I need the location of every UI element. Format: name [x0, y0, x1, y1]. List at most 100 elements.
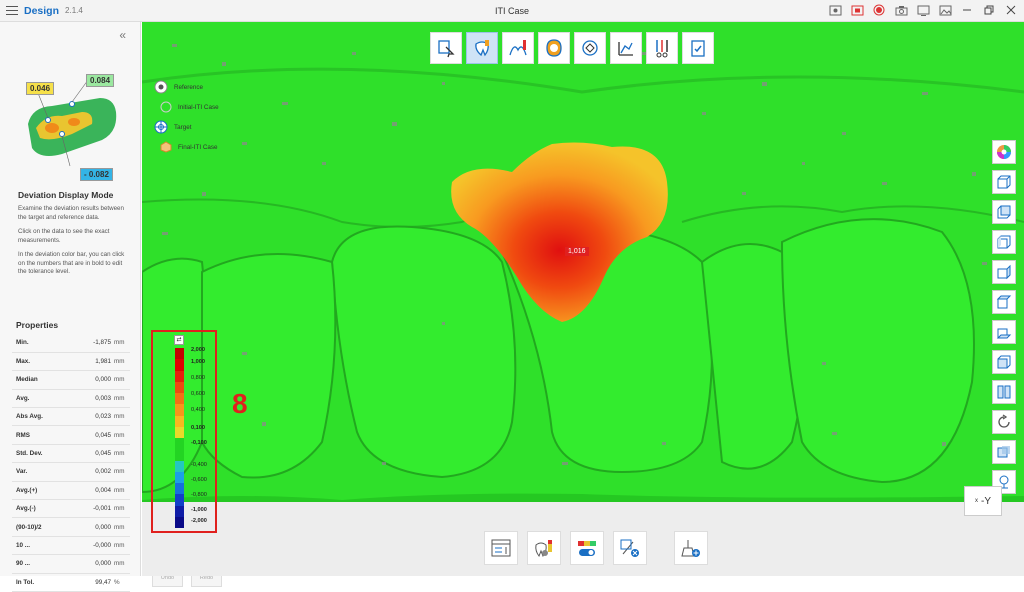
colorbar-toggle-button[interactable]: [570, 531, 604, 565]
target-visibility-icon[interactable]: [154, 120, 168, 134]
clear-annotations-button[interactable]: [613, 531, 647, 565]
minimize-icon[interactable]: [960, 3, 974, 17]
property-row: Avg.(+) 0,004 mm: [12, 481, 130, 501]
cube-iso-icon: [997, 355, 1011, 369]
record-icon[interactable]: [872, 3, 886, 17]
colorbar-tick-label[interactable]: -2,000: [191, 518, 207, 524]
split-view-icon: [997, 385, 1011, 399]
view-right-button[interactable]: [992, 260, 1016, 284]
section-view-button[interactable]: [502, 32, 534, 64]
section-curve-icon: [509, 40, 527, 56]
property-unit: mm: [114, 352, 130, 372]
deviation-value-label[interactable]: 1,016: [565, 247, 589, 256]
screen-icon[interactable]: [916, 3, 930, 17]
colorbar-tick-label[interactable]: 1,000: [191, 359, 205, 365]
view-bottom-button[interactable]: [992, 320, 1016, 344]
property-key: Abs Avg.: [12, 407, 60, 427]
color-map-button[interactable]: [538, 32, 570, 64]
colorbar-segment[interactable]: [175, 426, 184, 438]
transparency-icon: [997, 446, 1010, 458]
collapse-panel-icon[interactable]: «: [119, 28, 126, 42]
data-list-button[interactable]: [484, 531, 518, 565]
view-orientation-cube[interactable]: x -Y: [964, 486, 1002, 516]
colorbar-segment[interactable]: [175, 438, 184, 450]
colorbar-tick-label[interactable]: -0,100: [191, 440, 207, 446]
tools-button[interactable]: [646, 32, 678, 64]
colorbar-segment[interactable]: [175, 359, 184, 371]
target-item-name[interactable]: Final-ITI Case: [178, 144, 218, 151]
add-marker-icon: [681, 540, 700, 557]
colorbar-segment[interactable]: [175, 516, 184, 528]
deviation-mode-button[interactable]: [466, 32, 498, 64]
mode-title: Deviation Display Mode: [18, 190, 114, 200]
colorbar-toggle-icon: [578, 541, 596, 556]
view-back-button[interactable]: [992, 200, 1016, 224]
property-key: Max.: [12, 352, 60, 372]
deviation-colorbar[interactable]: [175, 348, 184, 528]
step-number: 8: [232, 388, 248, 419]
checklist-icon: [691, 40, 705, 57]
colorbar-segment[interactable]: [175, 505, 184, 517]
tooth-deviation-icon: [475, 40, 489, 57]
colorbar-tick-label[interactable]: -1,000: [191, 507, 207, 513]
app-version: 2.1.4: [65, 6, 83, 15]
checklist-button[interactable]: [682, 32, 714, 64]
colorbar-segment[interactable]: [175, 449, 184, 461]
colorbar-segment[interactable]: [175, 393, 184, 405]
app-name: Design: [24, 4, 60, 17]
record-frame-icon[interactable]: [850, 3, 864, 17]
colorbar-segment[interactable]: [175, 348, 184, 360]
colorbar-segment[interactable]: [175, 370, 184, 382]
colorbar-tick-label[interactable]: 0,100: [191, 425, 205, 431]
colorbar-segment[interactable]: [175, 381, 184, 393]
property-value: 0,004: [60, 481, 114, 501]
reset-view-button[interactable]: [992, 410, 1016, 434]
reference-item-name[interactable]: Initial-ITI Case: [178, 104, 219, 111]
3d-viewport[interactable]: 1,016 Reference Initial-ITI Case Target …: [142, 22, 1024, 576]
color-wheel-button[interactable]: [992, 140, 1016, 164]
property-value: 0,045: [60, 425, 114, 445]
image-icon[interactable]: [938, 3, 952, 17]
menu-icon[interactable]: [6, 6, 18, 15]
thumb-tag-1: 0.046: [26, 82, 55, 95]
close-icon[interactable]: [1004, 3, 1018, 17]
property-key: 90 ...: [12, 554, 60, 574]
colorbar-segment[interactable]: [175, 404, 184, 416]
colorbar-segment[interactable]: [175, 483, 184, 495]
instruments-icon: [656, 40, 668, 58]
view-iso-button[interactable]: [992, 350, 1016, 374]
colorbar-segment[interactable]: [175, 494, 184, 506]
split-view-button[interactable]: [992, 380, 1016, 404]
restore-icon[interactable]: [982, 3, 996, 17]
properties-table: Min. -1,875 mm Max. 1,981 mm Median 0,000 mm Avg.…: [12, 334, 130, 592]
colorbar-tick-label[interactable]: 2,000: [191, 347, 205, 353]
property-unit: mm: [114, 536, 130, 556]
colorbar-segment[interactable]: [175, 415, 184, 427]
view-front-button[interactable]: [992, 170, 1016, 194]
measure-button[interactable]: [610, 32, 642, 64]
reference-item-icon[interactable]: [160, 101, 172, 113]
deviation-settings-button[interactable]: [527, 531, 561, 565]
capture-icon[interactable]: [828, 3, 842, 17]
view-cube-label: -Y: [981, 495, 991, 507]
deviation-model[interactable]: [142, 22, 1024, 576]
property-unit: mm: [114, 481, 130, 501]
reference-visibility-icon[interactable]: [154, 80, 168, 94]
thumb-tag-2: 0.084: [86, 74, 115, 87]
target-item-icon[interactable]: [160, 141, 172, 153]
select-data-button[interactable]: [430, 32, 462, 64]
top-toolbar: [430, 32, 714, 64]
property-key: Var.: [12, 462, 60, 482]
property-unit: mm: [114, 407, 130, 427]
view-left-button[interactable]: [992, 230, 1016, 254]
property-key: Avg.: [12, 389, 60, 409]
transparency-button[interactable]: [992, 440, 1016, 464]
view-top-button[interactable]: [992, 290, 1016, 314]
colorbar-segment[interactable]: [175, 471, 184, 483]
colorbar-settings-icon[interactable]: ⇄: [174, 335, 184, 345]
align-view-button[interactable]: [574, 32, 606, 64]
add-point-button[interactable]: [674, 531, 708, 565]
colorbar-segment[interactable]: [175, 460, 184, 472]
view-cube-axis-x: x: [975, 498, 978, 504]
camera-icon[interactable]: [894, 3, 908, 17]
